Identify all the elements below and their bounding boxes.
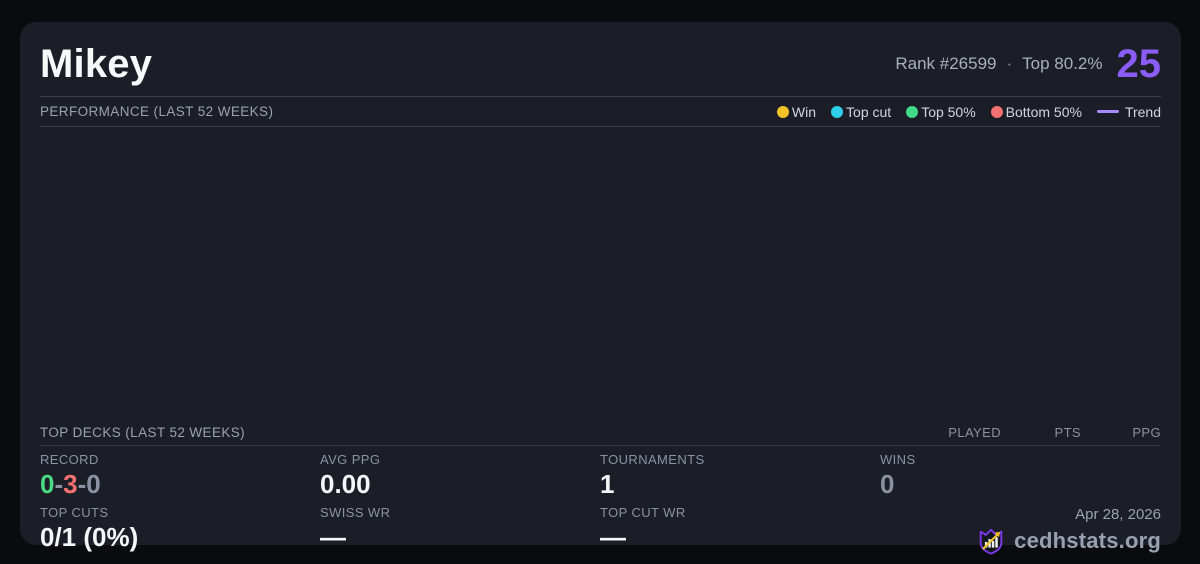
stat-avg-ppg: AVG PPG 0.00 (320, 452, 600, 505)
column-header-pts: PTS (1054, 424, 1081, 440)
top-50-dot-icon (906, 105, 919, 118)
trend-line-icon (1096, 110, 1119, 113)
bottom-50-dot-icon (990, 105, 1003, 118)
legend-label: Trend (1124, 103, 1161, 120)
rank-line: Rank #26599 · Top 80.2% (895, 54, 1102, 74)
legend-item-win: Win (776, 103, 817, 120)
rank-value: Rank #26599 (895, 54, 997, 73)
swiss-wr-value: — (320, 522, 346, 552)
performance-section-label: PERFORMANCE (LAST 52 WEEKS) (40, 104, 274, 119)
legend-label: Top 50% (921, 103, 976, 120)
column-header-played: PLAYED (948, 424, 1001, 440)
legend-item-top-50: Top 50% (906, 103, 976, 120)
stat-top-cuts: TOP CUTS 0/1 (0%) (40, 505, 320, 562)
legend-label: Top cut (846, 103, 892, 120)
record-value: 0-3-0 (40, 469, 101, 499)
card-header: Mikey Rank #26599 · Top 80.2% 25 (40, 22, 1161, 97)
rank-separator: · (1006, 54, 1013, 73)
cedhstats-logo-icon (979, 528, 1003, 555)
top-cuts-value: 0/1 (0%) (40, 522, 139, 552)
top-decks-column-headers: PLAYED PTS PPG (921, 425, 1161, 440)
page-title: Mikey (40, 41, 153, 86)
wins-value: 0 (880, 469, 895, 499)
top-percent-value: Top 80.2% (1022, 54, 1103, 73)
top-decks-section-label: TOP DECKS (LAST 52 WEEKS) (40, 424, 246, 440)
points-total: 25 (1116, 42, 1162, 86)
record-losses: 3 (63, 469, 78, 499)
legend-label: Win (791, 103, 817, 120)
record-wins: 0 (40, 469, 55, 499)
stat-record: RECORD 0-3-0 (40, 452, 320, 505)
stat-top-cut-wr: TOP CUT WR — (600, 505, 880, 562)
top-decks-section-header: TOP DECKS (LAST 52 WEEKS) PLAYED PTS PPG (40, 419, 1161, 446)
legend-item-trend: Trend (1096, 103, 1161, 120)
legend-item-bottom-50: Bottom 50% (990, 103, 1082, 120)
column-header-ppg: PPG (1132, 424, 1161, 440)
legend-label: Bottom 50% (1005, 103, 1082, 120)
player-stats-card: Mikey Rank #26599 · Top 80.2% 25 PERFORM… (20, 22, 1181, 555)
top-cut-dot-icon (831, 105, 844, 118)
performance-section-header: PERFORMANCE (LAST 52 WEEKS) Win Top cut … (40, 97, 1161, 127)
brand-lockup: cedhstats.org (976, 526, 1161, 556)
win-dot-icon (776, 105, 789, 118)
chart-legend: Win Top cut Top 50% Bottom 50% Trend (776, 103, 1161, 120)
header-right: Rank #26599 · Top 80.2% 25 (895, 44, 1161, 84)
stats-grid: RECORD 0-3-0 AVG PPG 0.00 TOURNAMENTS 1 … (40, 446, 1161, 562)
stat-tournaments: TOURNAMENTS 1 (600, 452, 880, 505)
stat-swiss-wr: SWISS WR — (320, 505, 600, 562)
card-footer: Apr 28, 2026 cedhstats.org (880, 505, 1161, 562)
top-cut-wr-value: — (600, 522, 626, 552)
tournaments-value: 1 (600, 469, 615, 499)
record-draws: 0 (86, 469, 101, 499)
brand-name: cedhstats.org (1014, 528, 1161, 553)
avg-ppg-value: 0.00 (320, 469, 371, 499)
stat-wins: WINS 0 (880, 452, 1161, 505)
snapshot-date: Apr 28, 2026 (1075, 506, 1161, 523)
performance-chart-area (40, 127, 1161, 419)
legend-item-top-cut: Top cut (831, 104, 891, 120)
